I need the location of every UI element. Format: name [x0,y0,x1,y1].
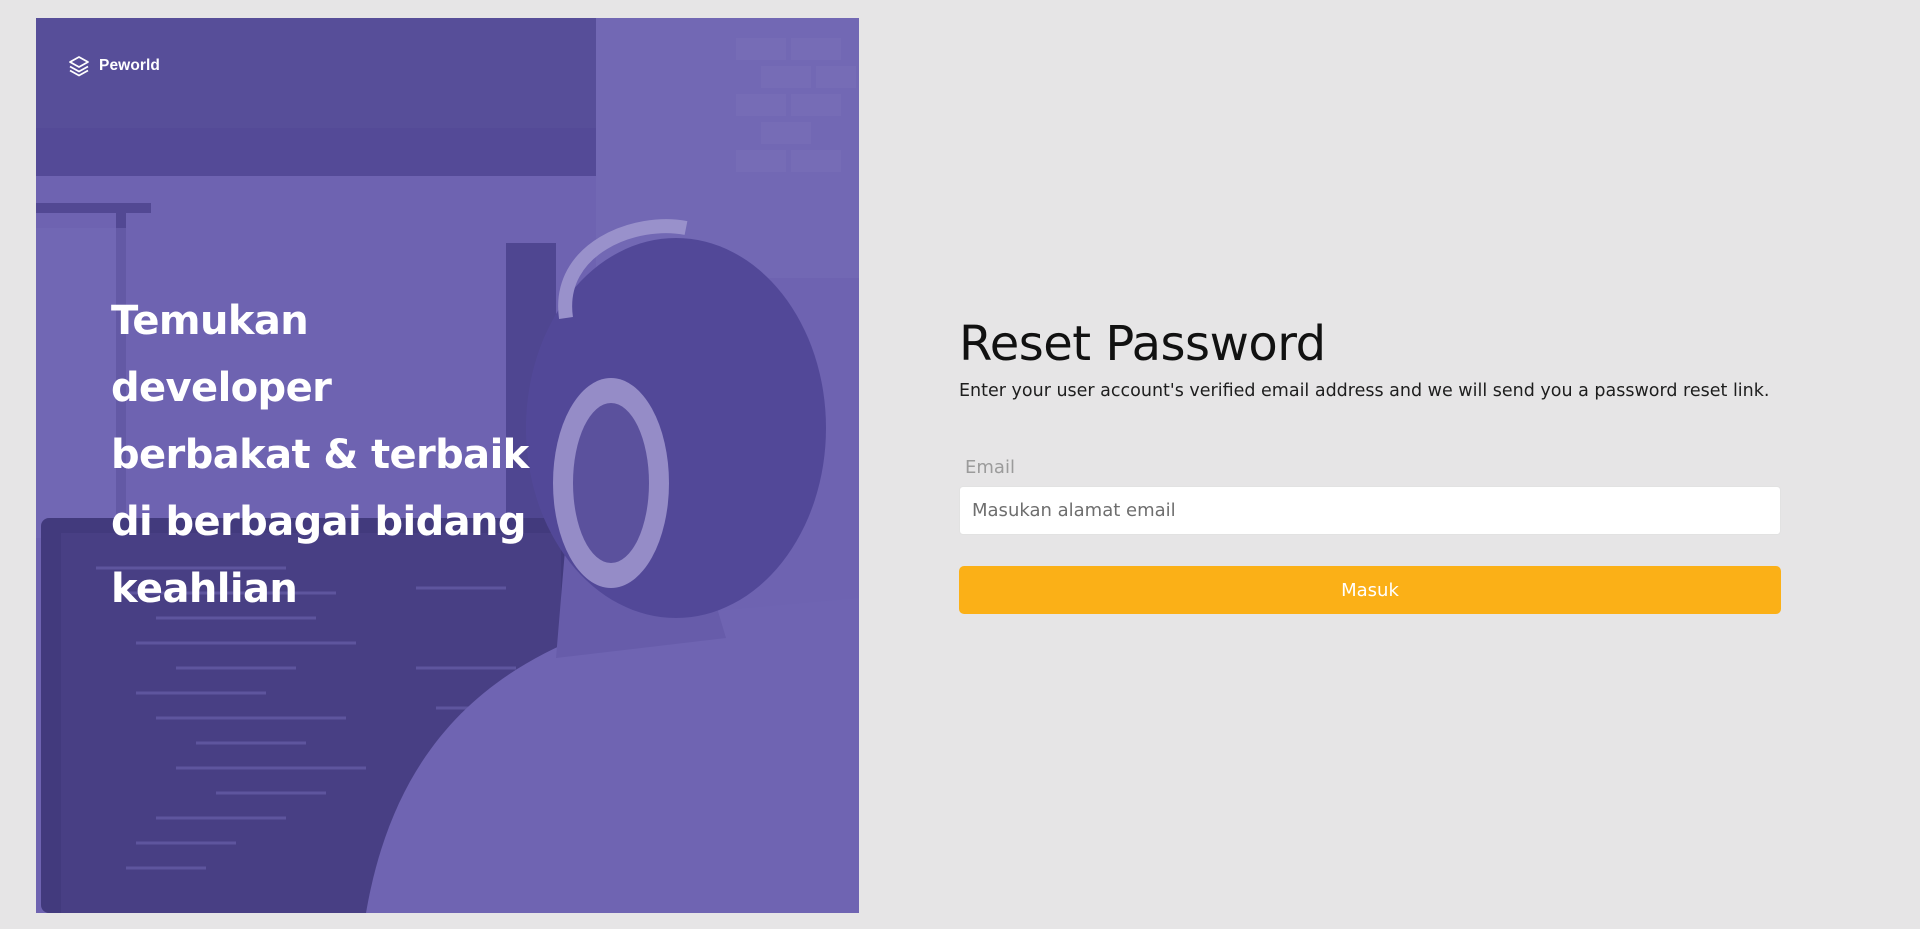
reset-password-form: Reset Password Enter your user account's… [959,312,1781,614]
page-subtitle: Enter your user account's verified email… [959,381,1770,401]
tagline-line: berbakat & terbaik [111,432,529,478]
tagline-line: Temukan developer [111,298,332,411]
tagline-line: keahlian [111,566,298,612]
tagline-line: di berbagai bidang [111,499,527,545]
submit-button[interactable]: Masuk [959,566,1781,614]
hero-tagline: Temukan developer berbakat & terbaik di … [111,288,541,623]
email-input[interactable] [959,486,1781,535]
page-title: Reset Password [959,316,1326,372]
brand-name: Peworld [99,57,160,74]
email-label: Email [965,457,1015,478]
layers-icon [67,54,91,78]
hero-panel: Peworld Temukan developer berbakat & ter… [36,18,859,913]
brand-logo[interactable]: Peworld [67,54,160,78]
